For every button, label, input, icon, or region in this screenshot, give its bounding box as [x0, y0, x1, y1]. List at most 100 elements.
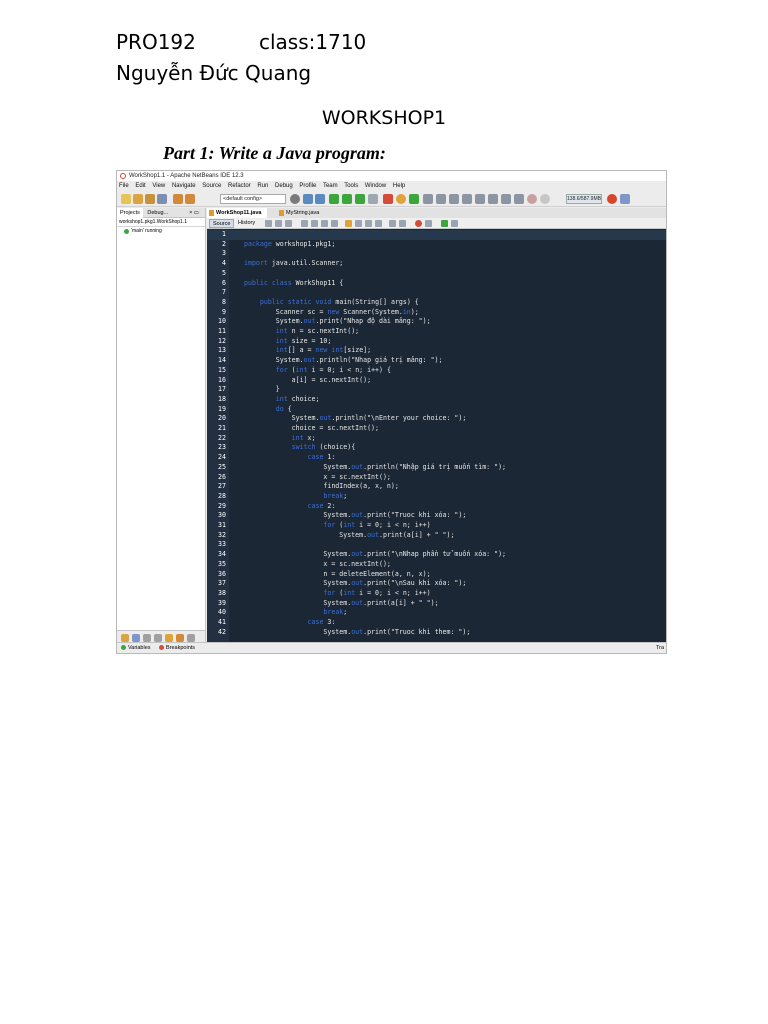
menu-profile[interactable]: Profile [299, 183, 316, 189]
take-snapshot-icon[interactable] [501, 194, 511, 204]
tab-projects[interactable]: Projects [117, 208, 143, 218]
hierarchy-icon[interactable] [176, 634, 184, 642]
menu-window[interactable]: Window [365, 183, 386, 189]
run-to-cursor-icon[interactable] [475, 194, 485, 204]
open-project-icon[interactable] [145, 194, 155, 204]
code-line[interactable]: 1 [207, 230, 666, 240]
new-file-icon[interactable] [133, 194, 143, 204]
save-all-icon[interactable] [157, 194, 167, 204]
code-line[interactable]: 27 findIndex(a, x, n); [207, 482, 666, 492]
code-line[interactable]: 30 System.out.print("Truoc khi xóa: "); [207, 511, 666, 521]
code-line[interactable]: 21 choice = sc.nextInt(); [207, 424, 666, 434]
code-line[interactable]: 16 a[i] = sc.nextInt(); [207, 376, 666, 386]
menu-team[interactable]: Team [323, 183, 338, 189]
notifications-icon[interactable] [620, 194, 630, 204]
prev-bookmark-icon[interactable] [365, 220, 372, 227]
clean-build-icon[interactable] [315, 194, 325, 204]
step-over-expression-icon[interactable] [436, 194, 446, 204]
step-over-icon[interactable] [423, 194, 433, 204]
panel-controls[interactable]: × ▭ [186, 208, 202, 218]
code-line[interactable]: 40 break; [207, 608, 666, 618]
toggle-highlight-icon[interactable] [345, 220, 352, 227]
code-line[interactable]: 4 import java.util.Scanner; [207, 259, 666, 269]
shift-left-icon[interactable] [389, 220, 396, 227]
code-line[interactable]: 23 switch (choice){ [207, 443, 666, 453]
config-select[interactable]: <default config> [220, 194, 286, 204]
show-threads-icon[interactable] [154, 634, 162, 642]
code-line[interactable]: 33 [207, 540, 666, 550]
run-icon[interactable] [329, 194, 339, 204]
code-line[interactable]: 25 System.out.println("Nhập giá trị muốn… [207, 463, 666, 473]
code-line[interactable]: 31 for (int i = 0; i < n; i++) [207, 521, 666, 531]
code-line[interactable]: 29 case 2: [207, 502, 666, 512]
reset-memory-icon[interactable] [607, 194, 617, 204]
find-icon[interactable] [301, 220, 308, 227]
code-area[interactable]: 1 2 package workshop1.pkg1; 3 4 import java.u… [207, 229, 666, 644]
code-line[interactable]: 22 int x; [207, 434, 666, 444]
pause-icon[interactable] [396, 194, 406, 204]
breakpoints-tab[interactable]: Breakpoints [159, 643, 195, 653]
code-line[interactable]: 24 case 1: [207, 453, 666, 463]
code-line[interactable]: 11 int n = sc.nextInt(); [207, 327, 666, 337]
step-out-icon[interactable] [462, 194, 472, 204]
code-line[interactable]: 32 System.out.print(a[i] + " "); [207, 531, 666, 541]
build-icon[interactable] [303, 194, 313, 204]
code-line[interactable]: 37 System.out.print("\nSau khi xóa: "); [207, 579, 666, 589]
menu-refactor[interactable]: Refactor [228, 183, 251, 189]
menu-source[interactable]: Source [202, 183, 221, 189]
code-line[interactable]: 8 public static void main(String[] args)… [207, 298, 666, 308]
code-line[interactable]: 14 System.out.println("Nhap giá trị mảng… [207, 356, 666, 366]
suspend-icon[interactable] [132, 634, 140, 642]
memory-indicator[interactable]: 138.6/587.9MB [566, 194, 602, 204]
debug-path-selector[interactable]: workshop1.pkg1.WorkShop1.1 [117, 218, 205, 227]
code-line[interactable]: 20 System.out.println("\nEnter your choi… [207, 414, 666, 424]
code-line[interactable]: 9 Scanner sc = new Scanner(System.in); [207, 308, 666, 318]
find-previous-icon[interactable] [311, 220, 318, 227]
step-into-icon[interactable] [449, 194, 459, 204]
source-mode-button[interactable]: Source [209, 219, 235, 228]
profiler-icon[interactable] [527, 194, 537, 204]
menu-debug[interactable]: Debug [275, 183, 293, 189]
code-line[interactable]: 34 System.out.print("\nNhap phần tử muốn… [207, 550, 666, 560]
code-line[interactable]: 28 break; [207, 492, 666, 502]
uncomment-icon[interactable] [451, 220, 458, 227]
back-icon[interactable] [275, 220, 282, 227]
code-line[interactable]: 26 x = sc.nextInt(); [207, 473, 666, 483]
config-gear-icon[interactable] [290, 194, 300, 204]
new-project-icon[interactable] [121, 194, 131, 204]
code-line[interactable]: 13 int[] a = new int[size]; [207, 346, 666, 356]
code-line[interactable]: 15 for (int i = 0; i < n; i++) { [207, 366, 666, 376]
menu-help[interactable]: Help [393, 183, 405, 189]
forward-icon[interactable] [285, 220, 292, 227]
menu-view[interactable]: View [152, 183, 165, 189]
code-line[interactable]: 36 n = deleteElement(a, n, x); [207, 570, 666, 580]
find-next-icon[interactable] [321, 220, 328, 227]
shift-right-icon[interactable] [399, 220, 406, 227]
options-icon[interactable] [187, 634, 195, 642]
code-line[interactable]: 38 for (int i = 0; i < n; i++) [207, 589, 666, 599]
stop-macro-icon[interactable] [425, 220, 432, 227]
toggle-bookmark-icon[interactable] [355, 220, 362, 227]
pause-io-icon[interactable] [514, 194, 524, 204]
menu-file[interactable]: File [119, 183, 129, 189]
menu-navigate[interactable]: Navigate [172, 183, 196, 189]
find-selection-icon[interactable] [331, 220, 338, 227]
menu-edit[interactable]: Edit [135, 183, 145, 189]
start-macro-icon[interactable] [415, 220, 422, 227]
menu-run[interactable]: Run [257, 183, 268, 189]
finish-debugger-icon[interactable] [383, 194, 393, 204]
last-edit-icon[interactable] [265, 220, 272, 227]
code-line[interactable]: 3 [207, 249, 666, 259]
gc-icon[interactable] [540, 194, 550, 204]
code-line[interactable]: 18 int choice; [207, 395, 666, 405]
code-line[interactable]: 12 int size = 10; [207, 337, 666, 347]
code-line[interactable]: 41 case 3: [207, 618, 666, 628]
code-line[interactable]: 19 do { [207, 405, 666, 415]
tab-workshop11-java[interactable]: WorkShop11.java [207, 208, 268, 218]
code-line[interactable]: 42 System.out.print("Truoc khi them: "); [207, 628, 666, 638]
profile-icon[interactable] [355, 194, 365, 204]
tab-debugging[interactable]: Debug... [144, 208, 171, 218]
code-line[interactable]: 2 package workshop1.pkg1; [207, 240, 666, 250]
code-line[interactable]: 6 public class WorkShop11 { [207, 279, 666, 289]
redo-icon[interactable] [185, 194, 195, 204]
